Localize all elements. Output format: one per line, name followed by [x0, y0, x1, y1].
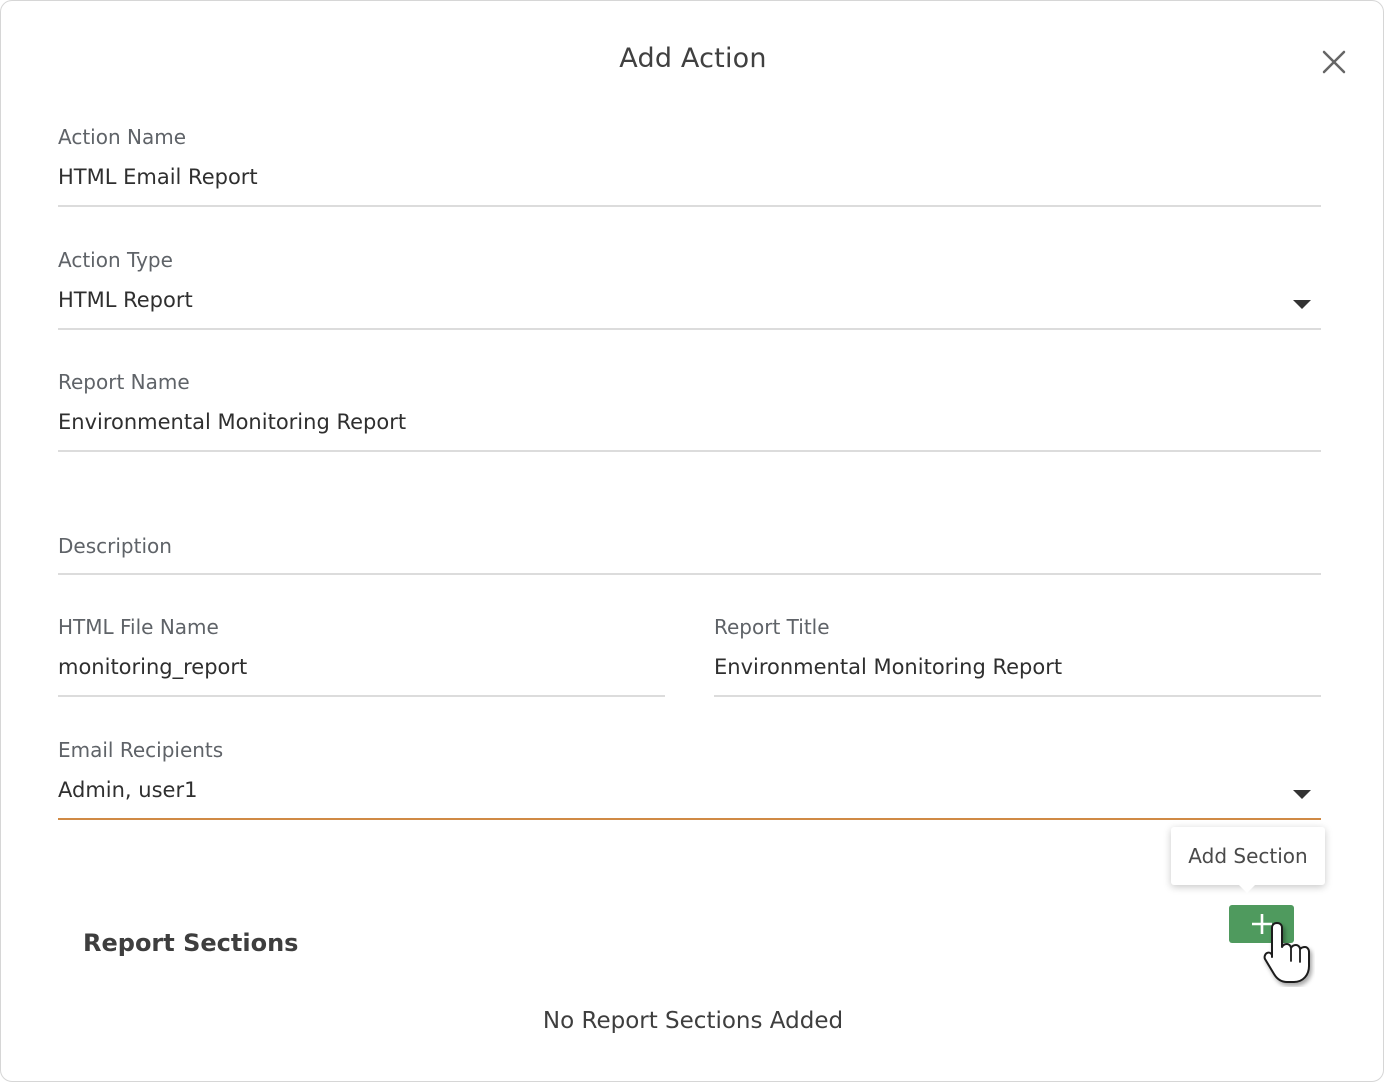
action-type-label: Action Type	[58, 248, 173, 272]
email-recipients-value[interactable]: Admin, user1	[58, 778, 197, 802]
close-icon	[1322, 50, 1346, 74]
action-name-field[interactable]: Action Name HTML Email Report	[58, 125, 1321, 207]
description-label: Description	[58, 534, 172, 558]
description-underline	[58, 573, 1321, 575]
email-recipients-underline	[58, 818, 1321, 820]
email-recipients-select[interactable]: Email Recipients Admin, user1	[58, 738, 1321, 820]
report-title-underline	[714, 695, 1321, 697]
action-type-select[interactable]: Action Type HTML Report	[58, 248, 1321, 330]
html-file-name-input[interactable]: monitoring_report	[58, 655, 247, 679]
add-action-dialog: Add Action Action Name HTML Email Report…	[0, 0, 1384, 1082]
action-name-label: Action Name	[58, 125, 186, 149]
dropdown-arrow-icon[interactable]	[1293, 790, 1311, 799]
html-file-name-field[interactable]: HTML File Name monitoring_report	[58, 615, 665, 697]
action-type-value[interactable]: HTML Report	[58, 288, 193, 312]
report-sections-heading: Report Sections	[83, 929, 299, 957]
report-title-label: Report Title	[714, 615, 830, 639]
email-recipients-label: Email Recipients	[58, 738, 224, 762]
dialog-title: Add Action	[619, 43, 767, 74]
html-file-name-underline	[58, 695, 665, 697]
report-name-underline	[58, 450, 1321, 452]
html-file-name-label: HTML File Name	[58, 615, 219, 639]
report-name-field[interactable]: Report Name Environmental Monitoring Rep…	[58, 370, 1321, 452]
add-section-tooltip: Add Section	[1171, 827, 1325, 893]
report-name-label: Report Name	[58, 370, 190, 394]
report-name-input[interactable]: Environmental Monitoring Report	[58, 410, 406, 434]
description-field[interactable]: Description	[58, 534, 1321, 575]
close-button[interactable]	[1319, 47, 1349, 77]
empty-sections-message: No Report Sections Added	[542, 1008, 844, 1034]
action-name-underline	[58, 205, 1321, 207]
action-name-input[interactable]: HTML Email Report	[58, 165, 258, 189]
dropdown-arrow-icon[interactable]	[1293, 300, 1311, 309]
hand-pointer-cursor-icon	[1263, 922, 1310, 983]
action-type-underline	[58, 328, 1321, 330]
report-title-input[interactable]: Environmental Monitoring Report	[714, 655, 1062, 679]
report-title-field[interactable]: Report Title Environmental Monitoring Re…	[714, 615, 1321, 697]
